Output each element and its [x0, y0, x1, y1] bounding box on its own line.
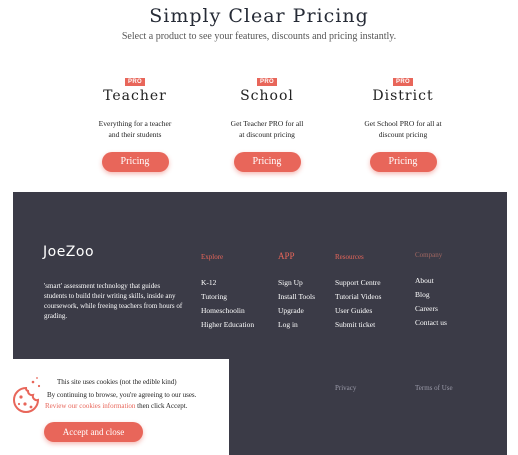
footer-column-heading: APP	[278, 251, 295, 261]
plan-name: School	[240, 88, 294, 104]
footer-link[interactable]: Higher Education	[201, 318, 254, 332]
cookie-icon	[13, 377, 41, 413]
footer-column-heading: Explore	[201, 253, 224, 261]
pro-badge: PRO	[393, 78, 413, 86]
plan-school: PRO School Get Teacher PRO for all at di…	[192, 68, 342, 172]
footer-link[interactable]: Homeschoolin	[201, 304, 254, 318]
footer-link[interactable]: Install Tools	[278, 290, 315, 304]
plan-district: PRO District Get School PRO for all at d…	[328, 68, 478, 172]
cookie-message-body: By continuing to browse, you're agreeing…	[47, 391, 197, 399]
pricing-hero: Simply Clear Pricing Select a product to…	[0, 0, 518, 192]
plan-desc-line: discount pricing	[378, 130, 428, 139]
cookie-message-action: Review our cookies information then clic…	[45, 402, 188, 410]
footer-link[interactable]: Support Centre	[335, 276, 381, 290]
footer-link[interactable]: Sign Up	[278, 276, 315, 290]
plan-description: Everything for a teacher and their stude…	[60, 118, 210, 140]
footer-link[interactable]: Tutorial Videos	[335, 290, 381, 304]
footer-tagline: 'smart' assessment technology that guide…	[44, 282, 183, 320]
footer-link[interactable]: Log in	[278, 318, 315, 332]
footer-link[interactable]: K-12	[201, 276, 254, 290]
footer-link[interactable]: About	[415, 274, 447, 288]
footer-link[interactable]: Submit ticket	[335, 318, 381, 332]
plan-description: Get Teacher PRO for all at discount pric…	[192, 118, 342, 140]
pricing-button-teacher[interactable]: Pricing	[101, 152, 169, 172]
plan-desc-line: and their students	[108, 130, 162, 139]
accept-cookies-button[interactable]: Accept and close	[44, 422, 143, 442]
footer-column-resources: Resources Support Centre Tutorial Videos…	[335, 253, 381, 332]
footer-logo[interactable]: JoeZoo	[43, 244, 94, 260]
terms-link[interactable]: Terms of Use	[415, 384, 453, 392]
plan-desc-line: Get School PRO for all at	[364, 119, 442, 128]
plan-name: Teacher	[103, 88, 167, 104]
footer-link[interactable]: User Guides	[335, 304, 381, 318]
plan-description: Get School PRO for all at discount prici…	[328, 118, 478, 140]
footer-link[interactable]: Tutoring	[201, 290, 254, 304]
plan-desc-line: at discount pricing	[239, 130, 295, 139]
pricing-button-district[interactable]: Pricing	[369, 152, 437, 172]
cookie-banner: This site uses cookies (not the edible k…	[13, 359, 229, 455]
plan-desc-line: Everything for a teacher	[98, 119, 172, 128]
pricing-button-school[interactable]: Pricing	[233, 152, 301, 172]
footer-column-explore: Explore K-12 Tutoring Homeschoolin Highe…	[201, 253, 254, 332]
plan-teacher: PRO Teacher Everything for a teacher and…	[60, 68, 210, 172]
footer-column-heading: Resources	[335, 253, 364, 261]
page-subtitle: Select a product to see your features, d…	[121, 31, 397, 42]
footer-link[interactable]: Blog	[415, 288, 447, 302]
pro-badge: PRO	[125, 78, 145, 86]
footer-link[interactable]: Upgrade	[278, 304, 315, 318]
cookie-message-suffix: then click Accept.	[135, 402, 188, 410]
page-title: Simply Clear Pricing	[149, 5, 369, 27]
footer-link[interactable]: Contact us	[415, 316, 447, 330]
cookie-message-title: This site uses cookies (not the edible k…	[57, 378, 177, 386]
pro-badge: PRO	[257, 78, 277, 86]
footer-column-app: APP Sign Up Install Tools Upgrade Log in	[278, 251, 315, 332]
privacy-link[interactable]: Privacy	[335, 384, 356, 392]
plan-desc-line: Get Teacher PRO for all	[230, 119, 304, 128]
footer-link[interactable]: Careers	[415, 302, 447, 316]
footer-column-heading: Company	[415, 251, 443, 259]
cookie-info-link[interactable]: Review our cookies information	[45, 402, 135, 410]
footer-column-company: Company About Blog Careers Contact us	[415, 251, 447, 330]
plan-name: District	[372, 88, 434, 104]
